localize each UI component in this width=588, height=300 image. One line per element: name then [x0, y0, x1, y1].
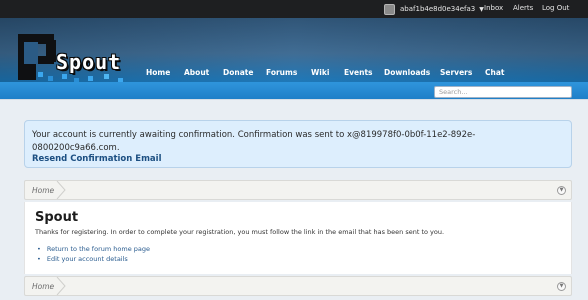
- confirmation-notice: Your account is currently awaiting confi…: [24, 120, 572, 168]
- breadcrumb-home[interactable]: Home: [32, 186, 54, 195]
- breadcrumb-arrow-icon: [56, 181, 66, 199]
- main-content: Spout Thanks for registering. In order t…: [24, 202, 572, 274]
- jump-menu-icon[interactable]: ▼: [557, 282, 566, 291]
- forum-home-link[interactable]: Return to the forum home page: [37, 244, 150, 254]
- username: abaf1b4e8d0e34efa3: [400, 5, 476, 13]
- breadcrumb-home-bottom[interactable]: Home: [32, 282, 54, 291]
- site-logo[interactable]: Spout: [18, 34, 138, 86]
- nav-tab-about[interactable]: About: [184, 68, 209, 80]
- breadcrumb-arrow-icon: [56, 277, 66, 295]
- inbox-link[interactable]: Inbox: [484, 4, 503, 12]
- link-list: Return to the forum home page Edit your …: [37, 244, 150, 264]
- nav-tab-chat[interactable]: Chat: [485, 68, 505, 80]
- account-menu[interactable]: abaf1b4e8d0e34efa3 ▼: [384, 2, 484, 16]
- nav-tab-donate[interactable]: Donate: [223, 68, 253, 80]
- breadcrumb: Home ▼: [24, 180, 572, 200]
- nav-tab-servers[interactable]: Servers: [440, 68, 472, 80]
- nav-tab-downloads[interactable]: Downloads: [384, 68, 430, 80]
- resend-confirmation-link[interactable]: Resend Confirmation Email: [32, 154, 162, 164]
- avatar: [384, 3, 395, 15]
- nav-tab-wiki[interactable]: Wiki: [311, 68, 329, 80]
- nav-tab-home[interactable]: Home: [146, 68, 170, 80]
- nav-tab-events[interactable]: Events: [344, 68, 373, 80]
- edit-account-link[interactable]: Edit your account details: [37, 254, 150, 264]
- nav-tab-forums[interactable]: Forums: [266, 68, 297, 80]
- registration-message: Thanks for registering. In order to comp…: [35, 228, 445, 236]
- alerts-link[interactable]: Alerts: [513, 4, 533, 12]
- search-input[interactable]: Search...: [434, 86, 572, 98]
- notice-message: Your account is currently awaiting confi…: [32, 130, 476, 153]
- logo-text: Spout: [56, 50, 122, 74]
- logout-link[interactable]: Log Out: [542, 4, 569, 12]
- jump-menu-icon[interactable]: ▼: [557, 186, 566, 195]
- user-bar: abaf1b4e8d0e34efa3 ▼ Inbox Alerts Log Ou…: [0, 0, 588, 18]
- breadcrumb-bottom: Home ▼: [24, 276, 572, 296]
- page-title: Spout: [35, 210, 79, 225]
